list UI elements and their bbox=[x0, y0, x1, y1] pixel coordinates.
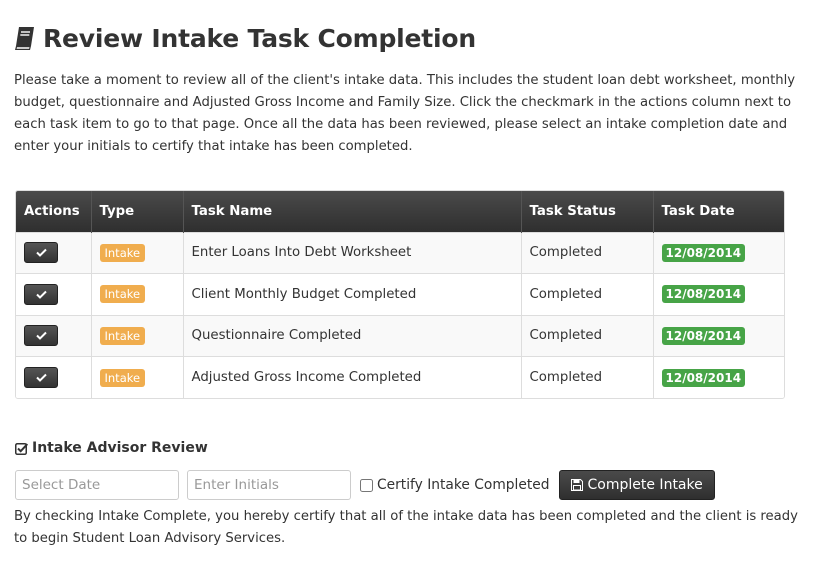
view-task-button[interactable] bbox=[24, 367, 58, 388]
task-date-cell: 12/08/2014 bbox=[653, 273, 784, 315]
intro-text: Please take a moment to review all of th… bbox=[14, 73, 796, 154]
type-badge: Intake bbox=[99, 368, 146, 387]
certify-label: Certify Intake Completed bbox=[377, 477, 550, 493]
table-header-row: Actions Type Task Name Task Status Task … bbox=[16, 191, 784, 232]
review-heading: Intake Advisor Review bbox=[15, 440, 208, 456]
header-task-status: Task Status bbox=[521, 191, 654, 232]
task-date-cell: 12/08/2014 bbox=[653, 314, 784, 357]
actions-cell bbox=[16, 273, 92, 315]
date-badge: 12/08/2014 bbox=[661, 285, 746, 304]
date-badge: 12/08/2014 bbox=[661, 243, 746, 262]
type-badge: Intake bbox=[99, 326, 146, 345]
actions-cell bbox=[16, 314, 92, 357]
actions-cell bbox=[16, 356, 92, 398]
task-name-cell: Enter Loans Into Debt Worksheet bbox=[183, 231, 522, 274]
initials-input[interactable] bbox=[187, 470, 351, 500]
type-cell: Intake bbox=[91, 231, 184, 274]
view-task-button[interactable] bbox=[24, 242, 58, 264]
actions-cell bbox=[16, 231, 92, 274]
checkbox-checked-icon bbox=[15, 442, 28, 455]
checkmark-icon bbox=[35, 290, 47, 299]
task-status-cell: Completed bbox=[521, 356, 654, 398]
date-badge: 12/08/2014 bbox=[661, 326, 746, 345]
task-name-cell: Client Monthly Budget Completed bbox=[183, 273, 522, 315]
task-status-cell: Completed bbox=[521, 231, 654, 274]
type-badge: Intake bbox=[99, 243, 146, 262]
view-task-button[interactable] bbox=[24, 325, 58, 347]
task-date-cell: 12/08/2014 bbox=[653, 356, 784, 398]
certification-note: By checking Intake Complete, you hereby … bbox=[14, 509, 798, 546]
table-row: Intake Questionnaire Completed Completed… bbox=[16, 314, 784, 357]
complete-intake-label: Complete Intake bbox=[587, 477, 703, 493]
complete-intake-button[interactable]: Complete Intake bbox=[558, 470, 715, 500]
type-cell: Intake bbox=[91, 273, 184, 315]
table-row: Intake Enter Loans Into Debt Worksheet C… bbox=[16, 231, 784, 274]
header-task-date: Task Date bbox=[661, 203, 735, 219]
task-name-cell: Questionnaire Completed bbox=[183, 314, 522, 357]
checkmark-icon bbox=[35, 249, 47, 258]
book-icon bbox=[15, 26, 34, 50]
checkmark-icon bbox=[35, 373, 47, 382]
review-form: Certify Intake Completed Complete Intake bbox=[15, 470, 715, 500]
type-cell: Intake bbox=[91, 314, 184, 357]
task-name-cell: Adjusted Gross Income Completed bbox=[183, 356, 522, 398]
task-status-cell: Completed bbox=[521, 273, 654, 315]
table-row: Intake Client Monthly Budget Completed C… bbox=[16, 273, 784, 315]
floppy-disk-icon bbox=[570, 479, 583, 491]
view-task-button[interactable] bbox=[24, 283, 58, 305]
type-badge: Intake bbox=[99, 285, 146, 304]
task-date-cell: 12/08/2014 bbox=[653, 231, 784, 274]
table-row: Intake Adjusted Gross Income Completed C… bbox=[16, 356, 784, 398]
type-cell: Intake bbox=[91, 356, 184, 398]
header-actions: Actions bbox=[16, 191, 92, 232]
task-status-cell: Completed bbox=[521, 314, 654, 357]
page-title: Review Intake Task Completion bbox=[43, 24, 476, 53]
checkmark-icon bbox=[35, 332, 47, 341]
page-header: Review Intake Task Completion bbox=[14, 24, 476, 53]
certify-control[interactable]: Certify Intake Completed bbox=[360, 477, 550, 493]
header-task-name: Task Name bbox=[183, 191, 522, 232]
date-badge: 12/08/2014 bbox=[661, 368, 746, 387]
certify-checkbox[interactable] bbox=[360, 478, 373, 492]
header-type: Type bbox=[91, 191, 184, 232]
date-input[interactable] bbox=[15, 470, 179, 500]
task-table: Actions Type Task Name Task Status Task … bbox=[15, 190, 785, 399]
review-heading-label: Intake Advisor Review bbox=[32, 440, 208, 456]
